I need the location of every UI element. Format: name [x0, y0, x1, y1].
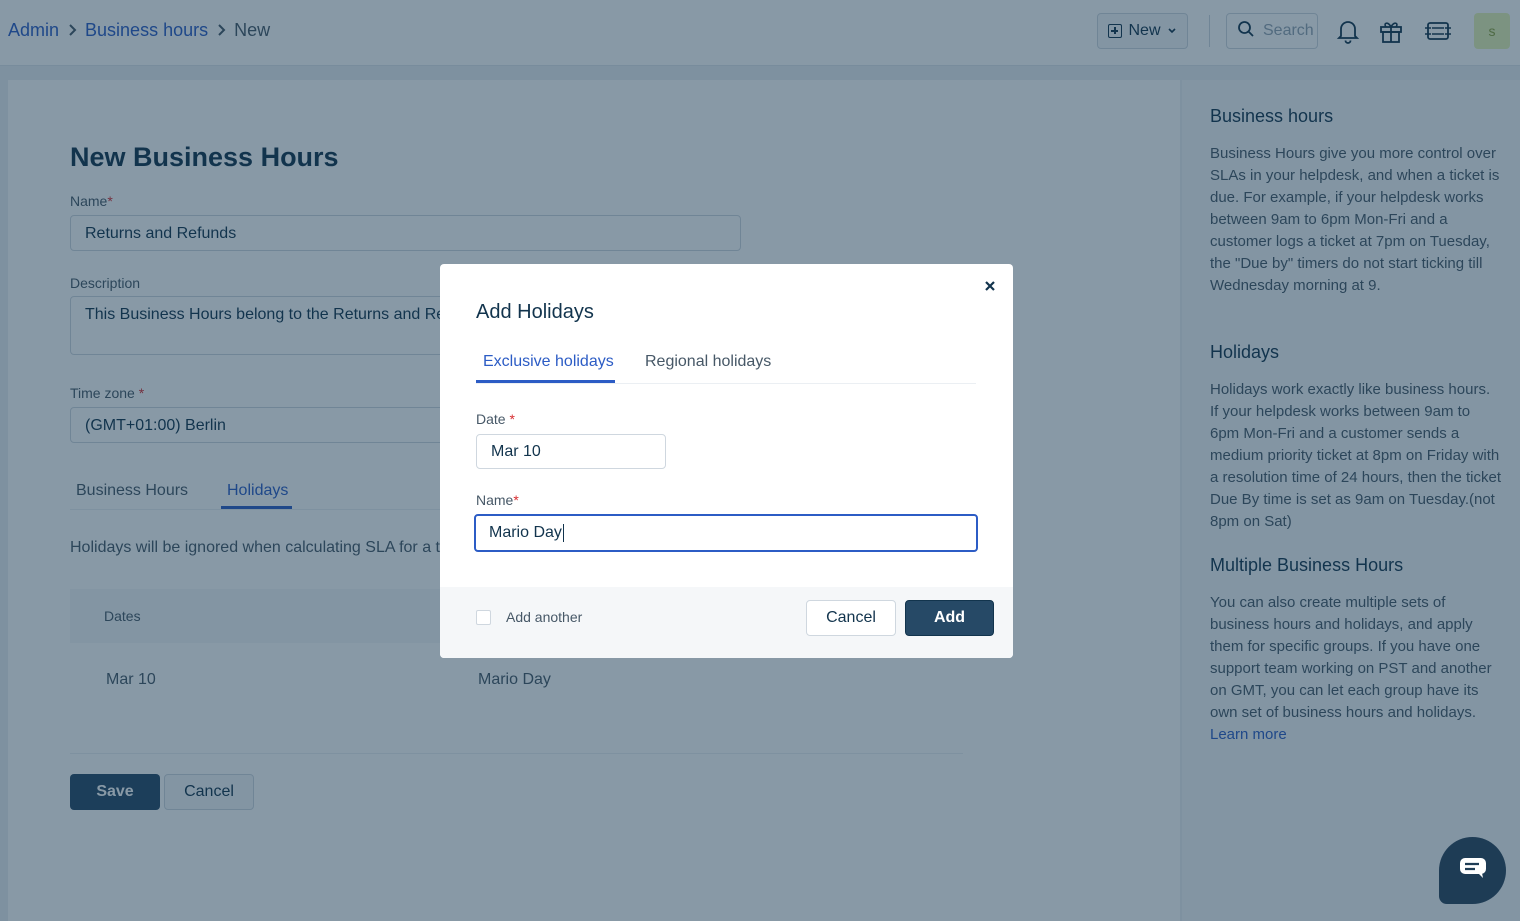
add-another-label[interactable]: Add another [506, 609, 582, 625]
date-label: Date * [476, 411, 515, 427]
holiday-type-tabs: Exclusive holidays Regional holidays [476, 348, 976, 384]
close-icon[interactable] [982, 278, 998, 294]
tab-regional-holidays[interactable]: Regional holidays [645, 353, 771, 371]
holiday-name-input[interactable]: Mario Day [474, 514, 978, 552]
dialog-add-button[interactable]: Add [905, 600, 994, 636]
add-another-checkbox[interactable] [476, 610, 491, 625]
dialog-footer: Add another Cancel Add [440, 587, 1013, 658]
add-holidays-dialog: Add Holidays Exclusive holidays Regional… [440, 264, 1013, 658]
chat-icon [1459, 857, 1487, 884]
tab-exclusive-holidays[interactable]: Exclusive holidays [483, 353, 614, 371]
holiday-name-label: Name* [476, 492, 519, 508]
text-cursor [562, 524, 564, 542]
dialog-cancel-button[interactable]: Cancel [806, 600, 896, 636]
active-tab-indicator [476, 380, 615, 383]
dialog-title: Add Holidays [476, 301, 594, 323]
date-field[interactable]: Mar 10 [476, 434, 666, 469]
chat-widget-button[interactable] [1439, 837, 1506, 904]
